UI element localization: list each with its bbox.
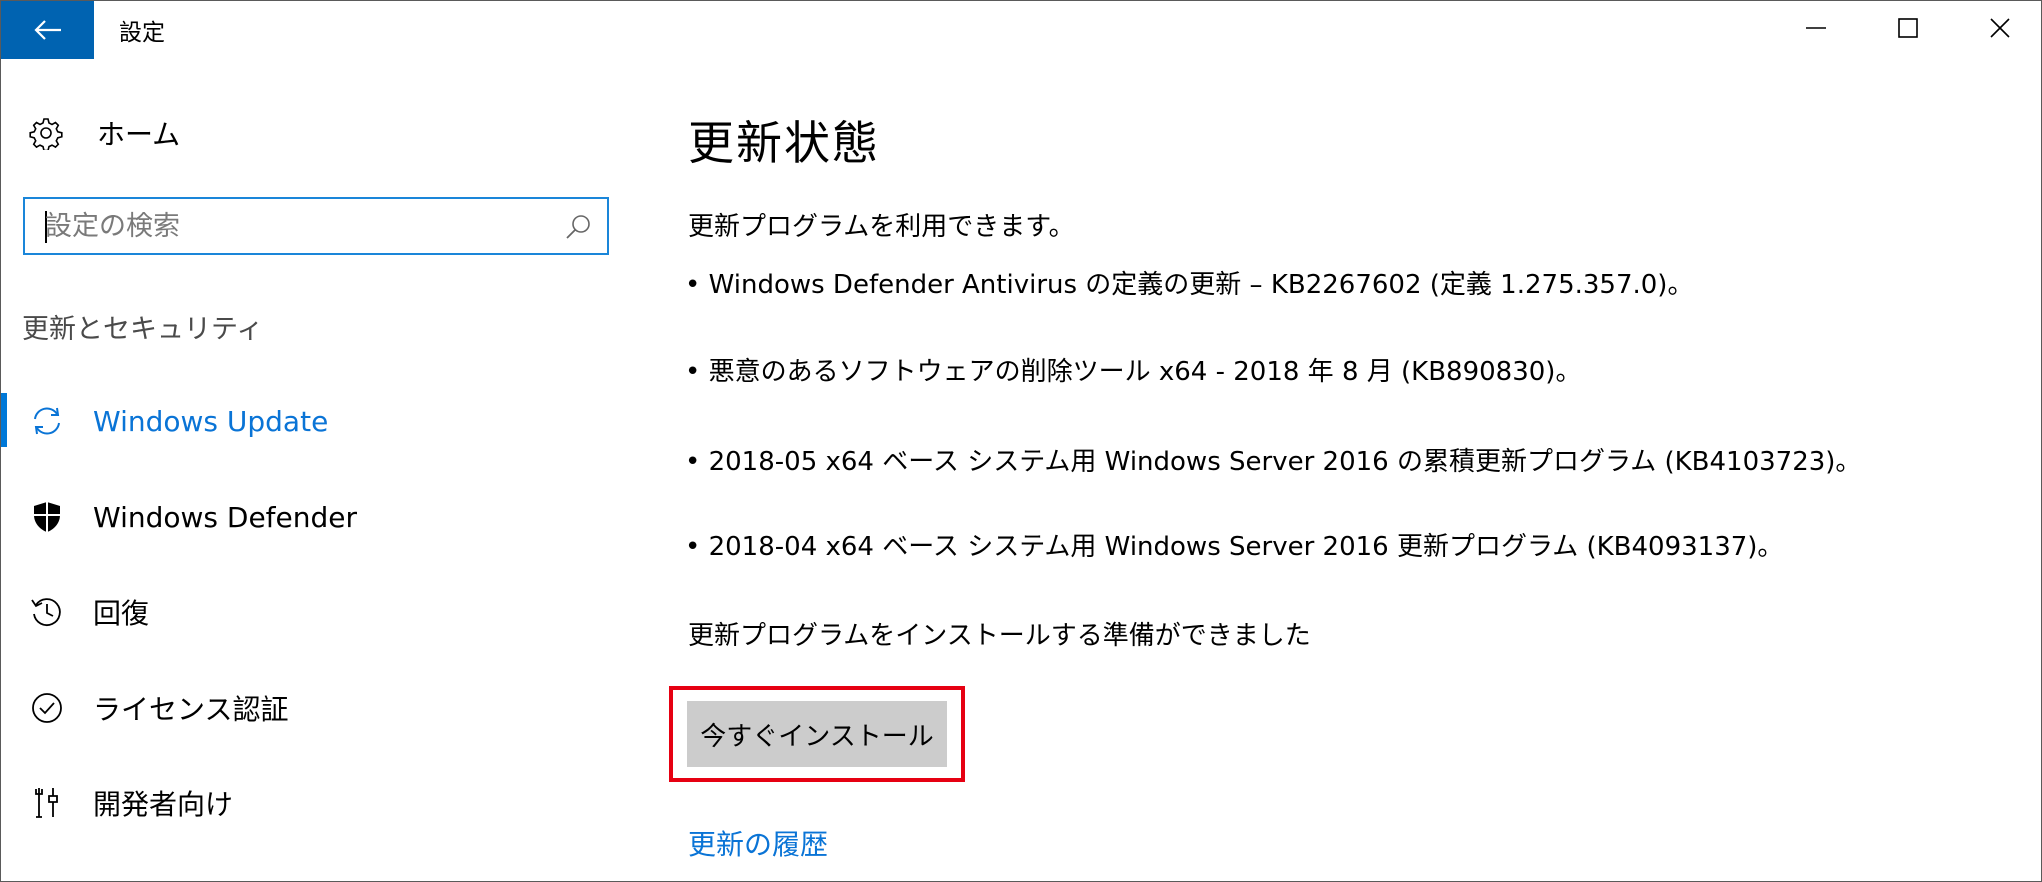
search-input[interactable] (45, 207, 545, 245)
search-icon[interactable] (565, 213, 593, 241)
back-button[interactable] (1, 1, 94, 59)
update-list-item: • Windows Defender Antivirus の定義の更新 – KB… (685, 270, 1694, 300)
minimize-icon (1806, 27, 1826, 29)
developer-tools-icon (29, 785, 65, 821)
ready-to-install-text: 更新プログラムをインストールする準備ができました (688, 621, 1311, 651)
sidebar-item-home[interactable]: ホーム (29, 113, 180, 153)
maximize-button[interactable] (1863, 1, 1953, 55)
search-box[interactable] (23, 197, 609, 255)
minimize-button[interactable] (1771, 1, 1861, 55)
gear-icon (29, 118, 63, 150)
page-title: 更新状態 (688, 116, 880, 170)
update-history-link[interactable]: 更新の履歴 (688, 823, 828, 863)
shield-icon (29, 499, 65, 535)
install-now-button[interactable]: 今すぐインストール (687, 701, 947, 767)
maximize-icon (1898, 18, 1918, 38)
sidebar-item-label: 回復 (93, 597, 150, 630)
window-title: 設定 (119, 20, 165, 46)
back-arrow-icon (33, 20, 61, 40)
sidebar-item-windows-defender[interactable]: Windows Defender (1, 482, 641, 552)
home-label: ホーム (97, 118, 181, 151)
history-icon (29, 594, 65, 630)
update-list-item: • 悪意のあるソフトウェアの削除ツール x64 - 2018 年 8 月 (KB… (685, 357, 1582, 387)
sidebar-item-label: Windows Defender (93, 500, 358, 534)
close-button[interactable] (1955, 1, 2041, 55)
updates-available-text: 更新プログラムを利用できます。 (688, 212, 1075, 242)
close-icon (1990, 18, 2010, 38)
sidebar-item-label: 開発者向け (93, 788, 234, 821)
sidebar-item-activation[interactable]: ライセンス認証 (1, 673, 641, 743)
sidebar-item-label: Windows Update (93, 404, 329, 438)
sidebar-item-developers[interactable]: 開発者向け (1, 768, 641, 838)
sidebar-item-recovery[interactable]: 回復 (1, 577, 641, 647)
checkmark-circle-icon (29, 690, 65, 726)
sync-icon (29, 403, 65, 439)
title-bar: 設定 (1, 1, 2041, 59)
update-list-item: • 2018-05 x64 ベース システム用 Windows Server 2… (685, 447, 1862, 477)
sidebar-item-windows-update[interactable]: Windows Update (1, 386, 641, 456)
update-list-item: • 2018-04 x64 ベース システム用 Windows Server 2… (685, 532, 1784, 562)
section-heading: 更新とセキュリティ (22, 314, 264, 345)
sidebar-item-label: ライセンス認証 (93, 693, 289, 726)
settings-window: 設定 ホーム 設定の検索 更新とセキュリティ Windows Update Wi… (0, 0, 2042, 882)
